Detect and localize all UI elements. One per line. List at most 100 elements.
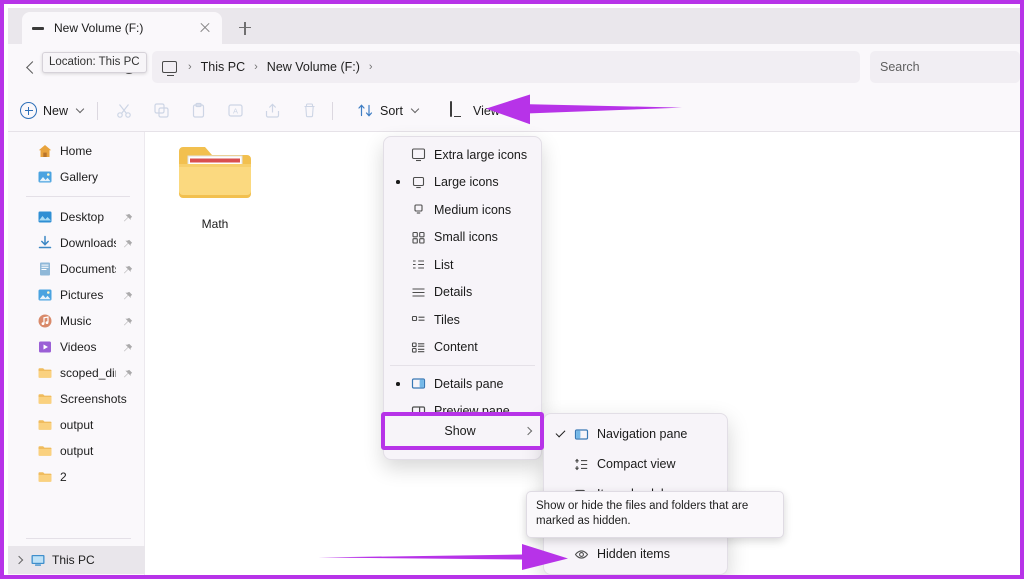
pin-icon [123,368,133,378]
sidebar-item-music[interactable]: Music [13,308,139,333]
submenu-item-hidden-items[interactable]: Hidden items [548,539,723,569]
breadcrumb-separator: › [254,61,258,73]
menu-item-medium-icons[interactable]: Medium icons [387,196,538,224]
sidebar-item-gallery[interactable]: Gallery [13,164,139,189]
details-pane-icon [410,375,427,392]
folder-with-document-icon [177,147,253,208]
menu-item-label: Show [444,424,476,438]
menu-item-small-icons[interactable]: Small icons [387,224,538,252]
tiles-icon [410,311,427,328]
search-input[interactable]: Search [870,51,1020,83]
menu-item-large-icons[interactable]: Large icons [387,169,538,197]
drive-icon [30,20,46,36]
folder-icon [37,391,53,407]
menu-item-label: Tiles [434,312,460,327]
title-bar: New Volume (F:) [8,8,1020,44]
sidebar-item-home[interactable]: Home [13,138,139,163]
sidebar-item-output-2[interactable]: output [13,438,139,463]
sidebar-item-desktop[interactable]: Desktop [13,204,139,229]
sort-arrows-icon [357,102,374,119]
menu-item-tiles[interactable]: Tiles [387,306,538,334]
sidebar-item-screenshots[interactable]: Screenshots [13,386,139,411]
menu-item-label: Extra large icons [434,147,528,162]
rename-icon: A [227,102,244,119]
breadcrumb-separator: › [368,61,373,73]
arrow-pointing-to-view-button [486,90,682,126]
folder-icon [37,417,53,433]
submenu-item-navigation-pane[interactable]: Navigation pane [548,419,723,449]
sidebar-item-label: Screenshots [60,391,127,406]
sort-button[interactable]: Sort [349,96,426,126]
selected-radio-dot [396,180,400,185]
sidebar-item-videos[interactable]: Videos [13,334,139,359]
videos-icon [37,339,53,355]
breadcrumb[interactable]: › This PC › New Volume (F:) › [152,51,860,83]
menu-item-label: Small icons [434,230,498,245]
paste-button[interactable] [182,96,215,126]
tab-title: New Volume (F:) [54,21,144,35]
pin-icon [123,212,133,222]
cut-button[interactable] [108,96,141,126]
chevron-right-icon[interactable] [14,555,24,565]
breadcrumb-item-new-volume[interactable]: New Volume (F:) [267,60,360,74]
pin-icon [123,342,133,352]
close-icon[interactable] [196,19,214,37]
breadcrumb-item-this-pc[interactable]: This PC [201,60,245,74]
sidebar-divider [26,538,131,539]
menu-item-content[interactable]: Content [387,334,538,362]
file-item-label: Math [201,217,229,231]
toolbar-divider [332,101,334,120]
location-tooltip: Location: This PC [42,52,147,73]
this-pc-icon [30,552,46,568]
sidebar-item-label: output [60,443,94,458]
pin-icon [123,238,133,248]
sidebar-item-label: Downloads [60,235,116,250]
svg-text:A: A [233,107,238,116]
sidebar-item-label: Home [60,143,93,158]
pictures-icon [37,287,53,303]
small-icons-icon [410,229,427,246]
trash-icon [301,102,318,119]
menu-item-list[interactable]: List [387,251,538,279]
copy-button[interactable] [145,96,178,126]
sidebar-item-label: Gallery [60,169,99,184]
file-item-math[interactable]: Math [167,142,263,231]
navigation-pane: Home Gallery Desktop Downloads Documents… [8,132,145,575]
menu-item-show[interactable]: Show [385,416,540,446]
menu-item-details[interactable]: Details [387,279,538,307]
sidebar-item-scoped-dir[interactable]: scoped_dir15168 [13,360,139,385]
sidebar-item-pictures[interactable]: Pictures [13,282,139,307]
scissors-icon [116,102,133,119]
sidebar-item-2[interactable]: 2 [13,464,139,489]
rename-button[interactable]: A [219,96,252,126]
menu-item-details-pane[interactable]: Details pane [387,370,538,398]
sidebar-item-downloads[interactable]: Downloads [13,230,139,255]
new-tab-button[interactable] [234,18,256,38]
sidebar-item-output-1[interactable]: output [13,412,139,437]
share-button[interactable] [256,96,289,126]
sidebar-item-this-pc[interactable]: This PC [8,546,145,574]
content-icon [410,339,427,356]
documents-icon [37,261,53,277]
delete-button[interactable] [293,96,326,126]
menu-item-extra-large-icons[interactable]: Extra large icons [387,141,538,169]
sidebar-item-label: This PC [52,553,95,567]
radio-slot [393,180,403,185]
submenu-item-label: Navigation pane [597,427,688,441]
new-button[interactable]: New [12,96,91,126]
check-slot [554,427,566,438]
copy-icon [153,102,170,119]
details-icon [410,284,427,301]
new-button-label: New [43,103,69,118]
plus-circle-icon [20,102,37,119]
pin-icon [123,264,133,274]
pin-icon [123,316,133,326]
explorer-tab[interactable]: New Volume (F:) [22,12,222,44]
sidebar-item-documents[interactable]: Documents [13,256,139,281]
monitor-icon [449,101,467,119]
menu-item-label: Content [434,340,478,355]
submenu-item-compact-view[interactable]: Compact view [548,449,723,479]
sidebar-item-label: Desktop [60,209,105,224]
checkmark-icon [555,427,565,438]
menu-item-label: Details [434,285,473,300]
